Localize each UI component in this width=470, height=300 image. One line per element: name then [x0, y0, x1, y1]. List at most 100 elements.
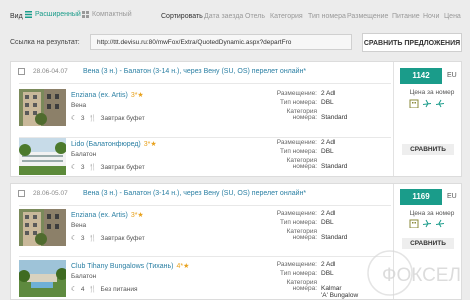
sort-nights[interactable]: Ночи: [423, 13, 439, 20]
offer-checkbox[interactable]: [18, 68, 25, 75]
hotel-row: Enziana (ex. Artis) 3*★ Вена ☾ 3 🍴 Завтра…: [19, 89, 391, 137]
room-type-value: DBL: [321, 99, 334, 106]
hotel-meal: Завтрак буфет: [100, 234, 145, 242]
accommodation-label: Размещение:: [276, 90, 317, 97]
sort-hotel[interactable]: Отель: [245, 13, 265, 20]
sort-date[interactable]: Дата заезда: [204, 13, 243, 20]
sort-price[interactable]: Цена: [444, 13, 461, 20]
divider: [19, 205, 391, 206]
view-compact-tab[interactable]: Компактный: [82, 11, 132, 18]
accommodation-label: Размещение:: [276, 261, 317, 268]
sort-category[interactable]: Категория: [270, 13, 303, 20]
compare-offers-button[interactable]: СРАВНИТЬ ПРЕДЛОЖЕНИЯ: [362, 33, 462, 52]
plane-return-icon: [436, 219, 444, 228]
hotel-meal: Завтрак буфет: [100, 163, 145, 171]
accommodation-label: Размещение:: [276, 210, 317, 217]
list-icon: [25, 11, 32, 18]
room-type-label: Тип номера:: [280, 219, 317, 226]
view-label: Вид: [10, 13, 23, 20]
hotel-meal: Завтрак буфет: [100, 114, 145, 122]
accommodation-label: Размещение:: [276, 139, 317, 146]
price-currency: EU: [447, 72, 457, 79]
hotel-city: Вена: [71, 102, 87, 109]
hotel-stars: 4*★: [176, 263, 190, 270]
divider: [19, 256, 391, 257]
room-type-value: DBL: [321, 270, 334, 277]
hotel-name[interactable]: Club Tihany Bungalows (Тихань) 4*★: [71, 262, 189, 270]
category-label-2: номера:: [292, 234, 317, 241]
hotel-details: Размещение: 2 Adl Тип номера: DBL Категори…: [264, 138, 392, 171]
hotel-photo[interactable]: [19, 89, 66, 126]
room-type-value: DBL: [321, 148, 334, 155]
hotel-name[interactable]: Lido (Балатонфюред) 3*★: [71, 140, 157, 148]
category-value: Standard: [321, 163, 348, 170]
hotel-city: Балатон: [71, 273, 97, 280]
hotel-photo[interactable]: [19, 138, 66, 175]
fork-knife-icon: 🍴: [88, 115, 97, 122]
accommodation-value: 2 Adl: [321, 210, 336, 217]
foxel-watermark-logo: ФОКСЕЛ: [367, 250, 461, 296]
hotel-name[interactable]: Enziana (ex. Artis) 3*★: [71, 211, 144, 219]
accommodation-value: 2 Adl: [321, 261, 336, 268]
hotel-icon: [409, 219, 419, 228]
sort-accommodation[interactable]: Размещение: [347, 13, 388, 20]
view-compact-label: Компактный: [92, 11, 132, 18]
price-currency: EU: [447, 193, 457, 200]
hotel-meta: ☾ 4 🍴 Без питания: [71, 285, 137, 294]
offer-header: 28.06-05.07 Вена (3 н.) - Балатон (3-14 …: [11, 184, 391, 204]
svg-text:ФОКСЕЛ: ФОКСЕЛ: [382, 265, 461, 286]
fork-knife-icon: 🍴: [88, 235, 97, 242]
view-extended-tab[interactable]: Расширенный: [25, 11, 81, 18]
offer-date: 28.06-05.07: [33, 190, 68, 197]
hotel-photo[interactable]: [19, 209, 66, 246]
price-per-room-label: Цена за номер: [409, 210, 455, 217]
hotel-nights: 3: [80, 114, 85, 122]
hotel-meta: ☾ 3 🍴 Завтрак буфет: [71, 234, 145, 243]
moon-icon: ☾: [71, 235, 77, 242]
category-label-2: номера:: [292, 114, 317, 121]
accommodation-value: 2 Adl: [321, 90, 336, 97]
hotel-details: Размещение: 2 Adl Тип номера: DBL Категори…: [264, 209, 392, 242]
result-link-label: Ссылка на результат:: [10, 39, 80, 46]
hotel-stars: 3*★: [143, 141, 157, 148]
service-icons: [409, 219, 445, 228]
hotel-nights: 3: [80, 163, 85, 171]
fork-knife-icon: 🍴: [88, 164, 97, 171]
compare-button[interactable]: СРАВНИТЬ: [402, 144, 454, 155]
plane-return-icon: [436, 99, 444, 108]
hotel-nights: 3: [80, 234, 85, 242]
sort-room-type[interactable]: Тип номера: [308, 13, 346, 20]
category-label-2: номера:: [292, 163, 317, 170]
offer-header: 28.06-04.07 Вена (3 н.) - Балатон (3-14 …: [11, 62, 391, 82]
hotel-meta: ☾ 3 🍴 Завтрак буфет: [71, 163, 145, 172]
hotel-row: Enziana (ex. Artis) 3*★ Вена ☾ 3 🍴 Завтра…: [19, 209, 391, 257]
offer-route[interactable]: Вена (3 н.) - Балатон (3-14 н.), через В…: [83, 190, 306, 197]
category-value: Standard: [321, 114, 348, 121]
top-bar: Вид Расширенный Компактный Сортировать Д…: [0, 0, 470, 30]
moon-icon: ☾: [71, 115, 77, 122]
hotel-stars: 3*★: [130, 92, 144, 99]
hotel-name[interactable]: Enziana (ex. Artis) 3*★: [71, 91, 144, 99]
fork-knife-icon: 🍴: [88, 286, 97, 293]
room-type-label: Тип номера:: [280, 148, 317, 155]
price-badge: 1169: [400, 189, 442, 205]
category-value-2: 'A' Bungalow: [321, 292, 359, 299]
offer-route[interactable]: Вена (3 н.) - Балатон (3-14 н.), через В…: [83, 68, 306, 75]
sort-label: Сортировать: [161, 13, 203, 20]
sort-meal[interactable]: Питание: [392, 13, 420, 20]
hotel-city: Вена: [71, 222, 87, 229]
hotel-photo[interactable]: [19, 260, 66, 297]
price-badge: 1142: [400, 68, 442, 84]
grid-icon: [82, 11, 89, 18]
result-link-input[interactable]: http://ttt.devisu.ru:80/mwFox/Extra/Quot…: [90, 34, 352, 50]
offer-checkbox[interactable]: [18, 190, 25, 197]
price-per-room-label: Цена за номер: [409, 89, 455, 96]
hotel-city: Балатон: [71, 151, 97, 158]
plane-icon: [423, 219, 431, 228]
room-type-value: DBL: [321, 219, 334, 226]
room-type-label: Тип номера:: [280, 99, 317, 106]
hotel-meta: ☾ 3 🍴 Завтрак буфет: [71, 114, 145, 123]
offer-card: 28.06-04.07 Вена (3 н.) - Балатон (3-14 …: [10, 61, 462, 177]
divider: [19, 83, 391, 84]
hotel-nights: 4: [80, 285, 85, 293]
